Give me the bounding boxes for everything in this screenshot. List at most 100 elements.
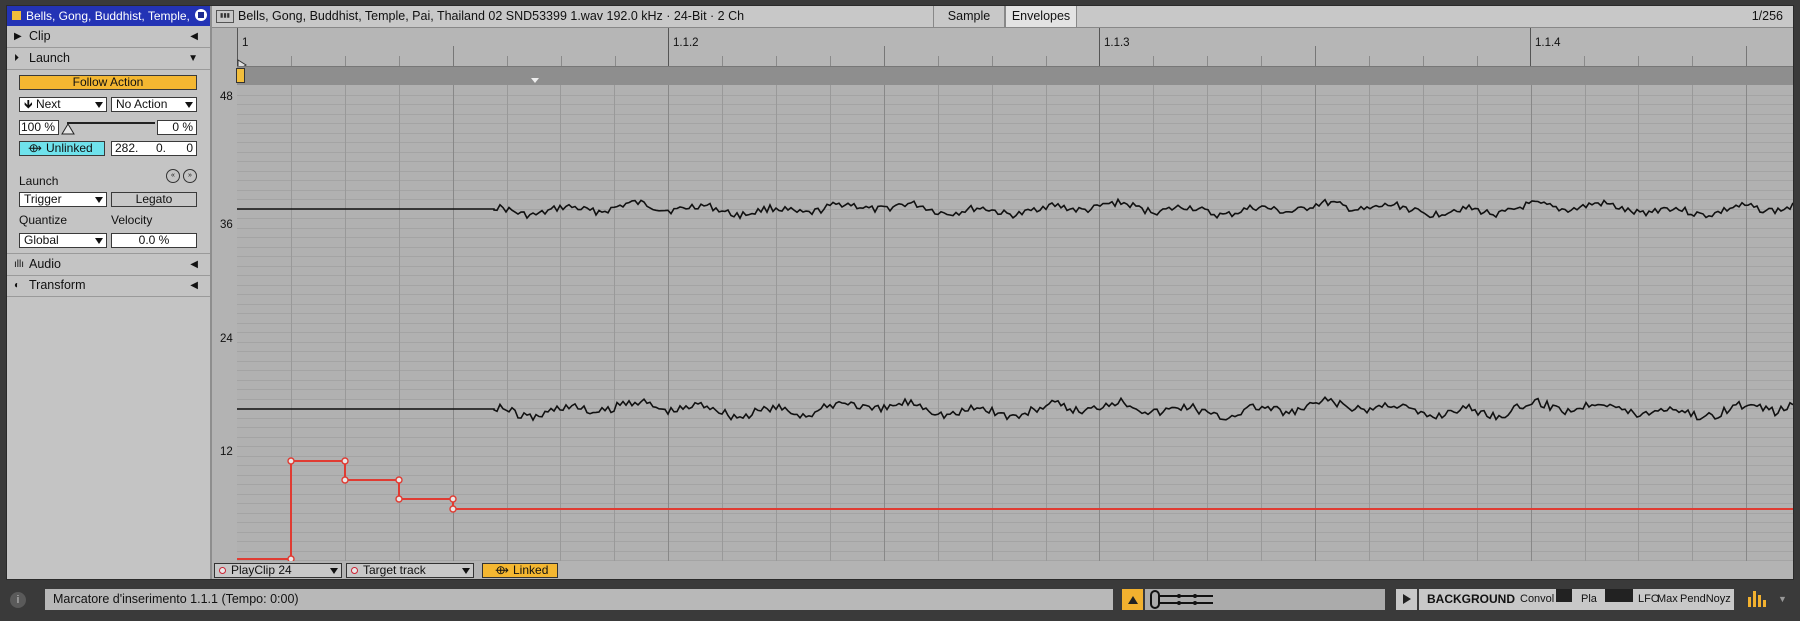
envelope-breakpoint	[449, 495, 457, 503]
chance-b-field[interactable]: 0 %	[157, 120, 197, 135]
legato-button[interactable]: Legato	[111, 192, 197, 207]
launch-label: Launch	[19, 174, 59, 188]
section-clip-label: Clip	[29, 29, 51, 43]
section-launch-label: Launch	[29, 51, 71, 65]
envelope-breakpoint	[449, 505, 457, 513]
time-bars[interactable]: 282.	[115, 142, 138, 155]
chevron-down-icon[interactable]: ▼	[1778, 594, 1787, 604]
level-meter-icon[interactable]	[1748, 591, 1772, 607]
dropdown-arrow-icon	[95, 102, 103, 108]
time-beats[interactable]: 0.	[156, 142, 166, 155]
cpu-meter-strip	[1145, 589, 1385, 610]
envelope-grid[interactable]	[237, 85, 1793, 561]
ruler-label: 1.1.2	[673, 37, 699, 49]
ruler-label: 1.1.3	[1104, 37, 1130, 49]
launch-mode-select[interactable]: Trigger	[19, 192, 107, 207]
transform-icon: ◐	[14, 280, 21, 291]
info-icon[interactable]: i	[10, 592, 26, 608]
sample-info-bar: ▮▮▮ Bells, Gong, Buddhist, Temple, Pai, …	[212, 6, 1793, 28]
section-audio[interactable]: ıllı Audio ◀	[7, 253, 210, 276]
follow-action-a-select[interactable]: 🡻 Next	[19, 97, 107, 112]
routing-icon[interactable]	[1149, 589, 1219, 610]
envelope-link-toggle[interactable]: ⟴ Linked	[482, 563, 558, 578]
arrow-down-icon: 🡻	[24, 97, 36, 111]
collapse-down-icon[interactable]: ▼	[188, 48, 198, 69]
y-axis-label: 48	[220, 91, 233, 103]
chance-a-field[interactable]: 100 %	[19, 120, 59, 135]
nudge-back-icon[interactable]: «	[166, 169, 180, 183]
link-toggle-label: Unlinked	[46, 141, 93, 155]
time-ruler[interactable]: 1 1.1.2 1.1.3 1.1.4	[237, 28, 1793, 66]
envelope-device-select[interactable]: PlayClip 24	[214, 563, 342, 578]
follow-action-header[interactable]: Follow Action	[19, 75, 197, 90]
loop-brace-bar[interactable]	[236, 66, 1793, 86]
clip-stop-icon[interactable]	[195, 9, 207, 21]
dropdown-arrow-icon	[95, 197, 103, 203]
section-transform-label: Transform	[29, 278, 86, 292]
envelope-breakpoint	[341, 476, 349, 484]
envelope-link-label: Linked	[513, 563, 549, 577]
clip-properties-panel: Bells, Gong, Buddhist, Temple, Pai, Thai…	[7, 6, 212, 579]
time-sixteenths[interactable]: 0	[186, 142, 193, 155]
quantize-label: Quantize	[19, 213, 68, 227]
clip-title-bar[interactable]: Bells, Gong, Buddhist, Temple, Pai, Thai…	[7, 6, 210, 26]
nudge-forward-icon[interactable]: »	[183, 169, 197, 183]
envelope-breakpoint	[287, 457, 295, 465]
quantize-select[interactable]: Global	[19, 233, 107, 248]
collapse-left-icon[interactable]: ◀	[190, 275, 198, 296]
device-max[interactable]: Max	[1657, 589, 1678, 610]
launch-mode-value: Trigger	[24, 192, 62, 206]
clip-view-frame: Bells, Gong, Buddhist, Temple, Pai, Thai…	[6, 5, 1794, 580]
follow-action-time-field[interactable]: 282. 0. 0	[111, 141, 197, 156]
play-device-icon[interactable]	[1396, 589, 1417, 610]
loop-start-marker[interactable]	[236, 68, 245, 83]
device-pendnoyz[interactable]: PendNoyz	[1680, 589, 1731, 610]
section-audio-label: Audio	[29, 257, 61, 271]
dropdown-arrow-icon	[95, 238, 103, 244]
y-axis-label: 12	[220, 446, 233, 458]
link-icon: ⟴	[28, 141, 42, 155]
clip-name[interactable]: Bells, Gong, Buddhist, Temple, Pai, Thai…	[26, 6, 191, 26]
y-axis-label: 36	[220, 219, 233, 231]
warning-icon[interactable]	[1122, 589, 1143, 610]
device-thumbnail	[1605, 589, 1633, 602]
envelope-canvas[interactable]	[237, 85, 1793, 561]
ruler-label: 1	[242, 37, 249, 49]
status-message: Marcatore d'inserimento 1.1.1 (Tempo: 0:…	[45, 589, 1113, 610]
zoom-level: 1/256	[1751, 9, 1783, 23]
y-axis-label: 24	[220, 333, 233, 345]
playhead-marker-icon[interactable]	[531, 78, 539, 83]
sample-file-info: Bells, Gong, Buddhist, Temple, Pai, Thai…	[238, 9, 745, 23]
envelope-breakpoint	[395, 476, 403, 484]
envelope-parameter-select[interactable]: Target track	[346, 563, 474, 578]
follow-action-link-toggle[interactable]: ⟴ Unlinked	[19, 141, 105, 156]
device-chain-overview: BACKGROUND Convol Pla LFO Max PendNoyz	[1419, 589, 1734, 610]
chance-slider[interactable]	[61, 116, 157, 136]
dropdown-arrow-icon	[330, 568, 338, 574]
device-convol[interactable]: Convol	[1520, 589, 1554, 610]
envelope-editor: 1 1.1.2 1.1.3 1.1.4 48 36 24 12	[212, 28, 1793, 561]
envelope-parameter-value: Target track	[363, 563, 426, 577]
section-launch[interactable]: ⏵ Launch ▼	[7, 48, 210, 70]
audio-wave-icon: ıllı	[14, 259, 24, 270]
collapse-left-icon[interactable]: ◀	[190, 254, 198, 275]
tab-envelopes[interactable]: Envelopes	[1005, 6, 1077, 27]
clip-color-swatch[interactable]	[12, 11, 21, 20]
section-transform[interactable]: ◐ Transform ◀	[7, 275, 210, 297]
launch-icon: ⏵	[14, 53, 19, 64]
envelope-breakpoint	[341, 457, 349, 465]
device-pla[interactable]: Pla	[1581, 589, 1597, 610]
dropdown-arrow-icon	[462, 568, 470, 574]
device-thumbnail	[1556, 589, 1572, 602]
waveform-icon: ▮▮▮	[216, 10, 234, 23]
velocity-label: Velocity	[111, 213, 153, 227]
collapse-left-icon[interactable]: ◀	[190, 26, 198, 47]
follow-action-b-select[interactable]: No Action	[111, 97, 197, 112]
section-clip[interactable]: ▶ Clip ◀	[7, 26, 210, 48]
tab-sample[interactable]: Sample	[933, 6, 1005, 27]
link-icon: ⟴	[495, 563, 509, 577]
track-name[interactable]: BACKGROUND	[1427, 589, 1515, 610]
velocity-field[interactable]: 0.0 %	[111, 233, 197, 248]
device-dot-icon	[219, 567, 226, 574]
envelope-device-value: PlayClip 24	[231, 563, 292, 577]
